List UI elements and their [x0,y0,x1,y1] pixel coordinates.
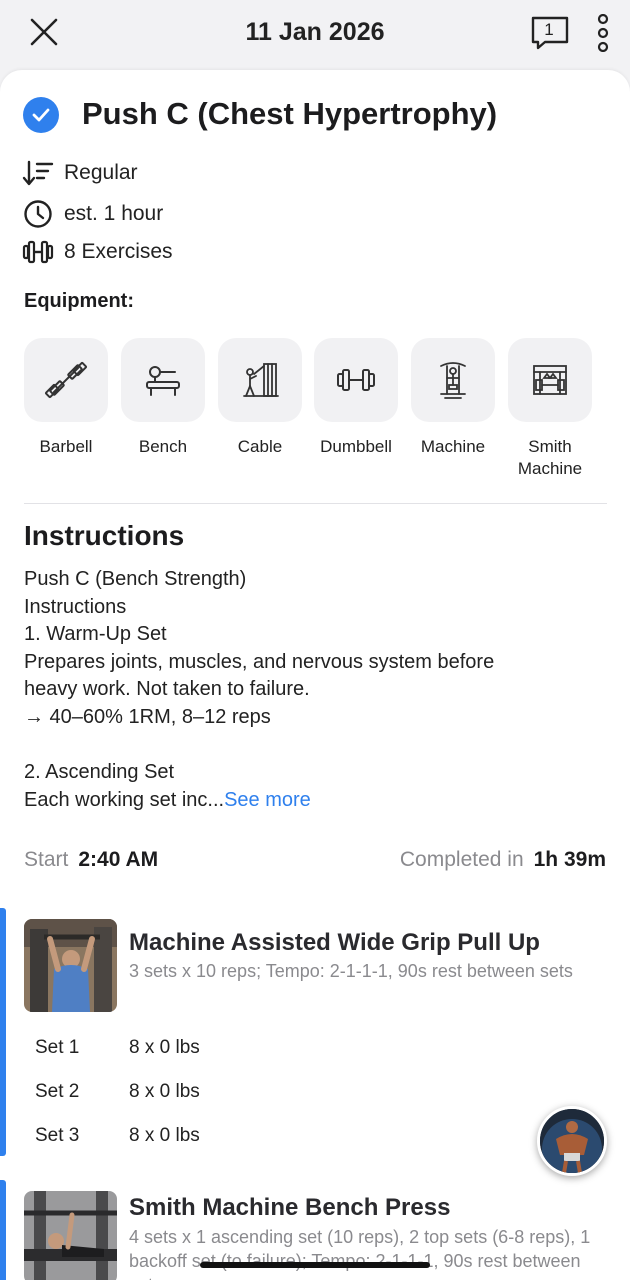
set-value[interactable]: 8 x 0 lbs [129,1037,200,1059]
dumbbell-icon [22,236,54,268]
section-divider [24,503,607,504]
equipment-tile[interactable] [314,338,398,422]
equipment-smith-machine[interactable]: Smith Machine [508,338,596,480]
barbell-icon [45,362,87,398]
instruction-line: heavy work. Not taken to failure. [24,678,310,701]
instructions-body: Push C (Bench Strength) Instructions 1. … [24,566,614,814]
more-vertical-icon [597,13,609,53]
equipment-tile[interactable] [24,338,108,422]
cable-icon [243,363,279,397]
exercise-count: 8 Exercises [64,240,173,263]
machine-icon [440,362,466,399]
exercise-thumbnail[interactable] [24,919,117,1012]
home-indicator [200,1262,430,1268]
set-value[interactable]: 8 x 0 lbs [129,1081,200,1103]
equipment-cable[interactable]: Cable [218,338,306,458]
exercise-title[interactable]: Smith Machine Bench Press [129,1194,450,1222]
exercise-title[interactable]: Machine Assisted Wide Grip Pull Up [129,929,540,957]
exercise-description: 4 sets x 1 ascending set (10 reps), 2 to… [129,1227,591,1280]
exercise-active-bar [0,1180,6,1280]
equipment-name: Dumbbell [320,437,392,456]
instruction-line: → 40–60% 1RM, 8–12 reps [24,705,271,728]
workout-title: Push C (Chest Hypertrophy) [82,96,498,131]
duration-row: est. 1 hour [22,198,163,230]
equipment-name: Barbell [39,437,93,456]
instruction-line: Instructions [24,595,127,618]
completed-label: Completed in [399,848,524,871]
exercise-active-bar [0,908,6,1156]
see-more-link[interactable]: See more [224,789,311,811]
sort-icon [22,157,54,189]
equipment-name: Machine [420,437,486,456]
completed-info: Completed in 1h 39m [400,848,606,872]
instructions-heading: Instructions [24,520,185,551]
comment-count: 1 [544,20,554,39]
instruction-line-truncated: Each working set inc...See more [24,787,614,815]
start-label: Start [24,848,69,871]
top-bar: 11 Jan 2026 1 [0,0,630,68]
coach-avatar[interactable] [537,1106,607,1176]
exercise-count-row: 8 Exercises [22,236,173,268]
comments-button[interactable]: 1 [530,15,570,51]
equipment-machine[interactable]: Machine [411,338,499,458]
equipment-dumbbell[interactable]: Dumbbell [314,338,402,458]
equipment-tile[interactable] [121,338,205,422]
instruction-line: 1. Warm-Up Set [24,623,167,646]
smith-machine-icon [533,365,567,395]
start-time: 2:40 AM [78,848,159,871]
dumbbell-icon [337,369,375,391]
set-value[interactable]: 8 x 0 lbs [129,1125,200,1147]
completed-time: 1h 39m [533,848,606,871]
equipment-tile[interactable] [411,338,495,422]
equipment-name: Smith Machine [517,437,583,478]
checkmark-icon [32,108,50,122]
instruction-line: 2. Ascending Set [24,761,175,784]
set-label: Set 2 [35,1081,80,1102]
clock-icon [22,198,54,230]
equipment-barbell[interactable]: Barbell [24,338,112,458]
set-label: Set 3 [35,1125,80,1146]
order-row: Regular [22,157,138,189]
exercise-thumbnail[interactable] [24,1191,117,1280]
equipment-name: Cable [237,437,283,456]
exercise-description: 3 sets x 10 reps; Tempo: 2-1-1-1, 90s re… [129,961,573,981]
start-info: Start 2:40 AM [24,848,158,872]
workout-duration: est. 1 hour [64,202,164,225]
equipment-bench[interactable]: Bench [121,338,209,458]
equipment-name: Bench [138,437,188,456]
bench-icon [146,366,180,396]
equipment-tile[interactable] [218,338,302,422]
completed-check [23,97,59,133]
equipment-tile[interactable] [508,338,592,422]
workout-card: Push C (Chest Hypertrophy) Regular est. … [0,70,630,1280]
more-options-button[interactable] [592,13,614,53]
instruction-line: Prepares joints, muscles, and nervous sy… [24,650,495,673]
instruction-line: Push C (Bench Strength) [24,568,247,590]
equipment-label: Equipment: [24,290,134,312]
workout-order: Regular [64,161,138,184]
set-label: Set 1 [35,1037,80,1058]
truncated-text: Each working set inc... [24,788,225,811]
instruction-line [24,732,614,760]
